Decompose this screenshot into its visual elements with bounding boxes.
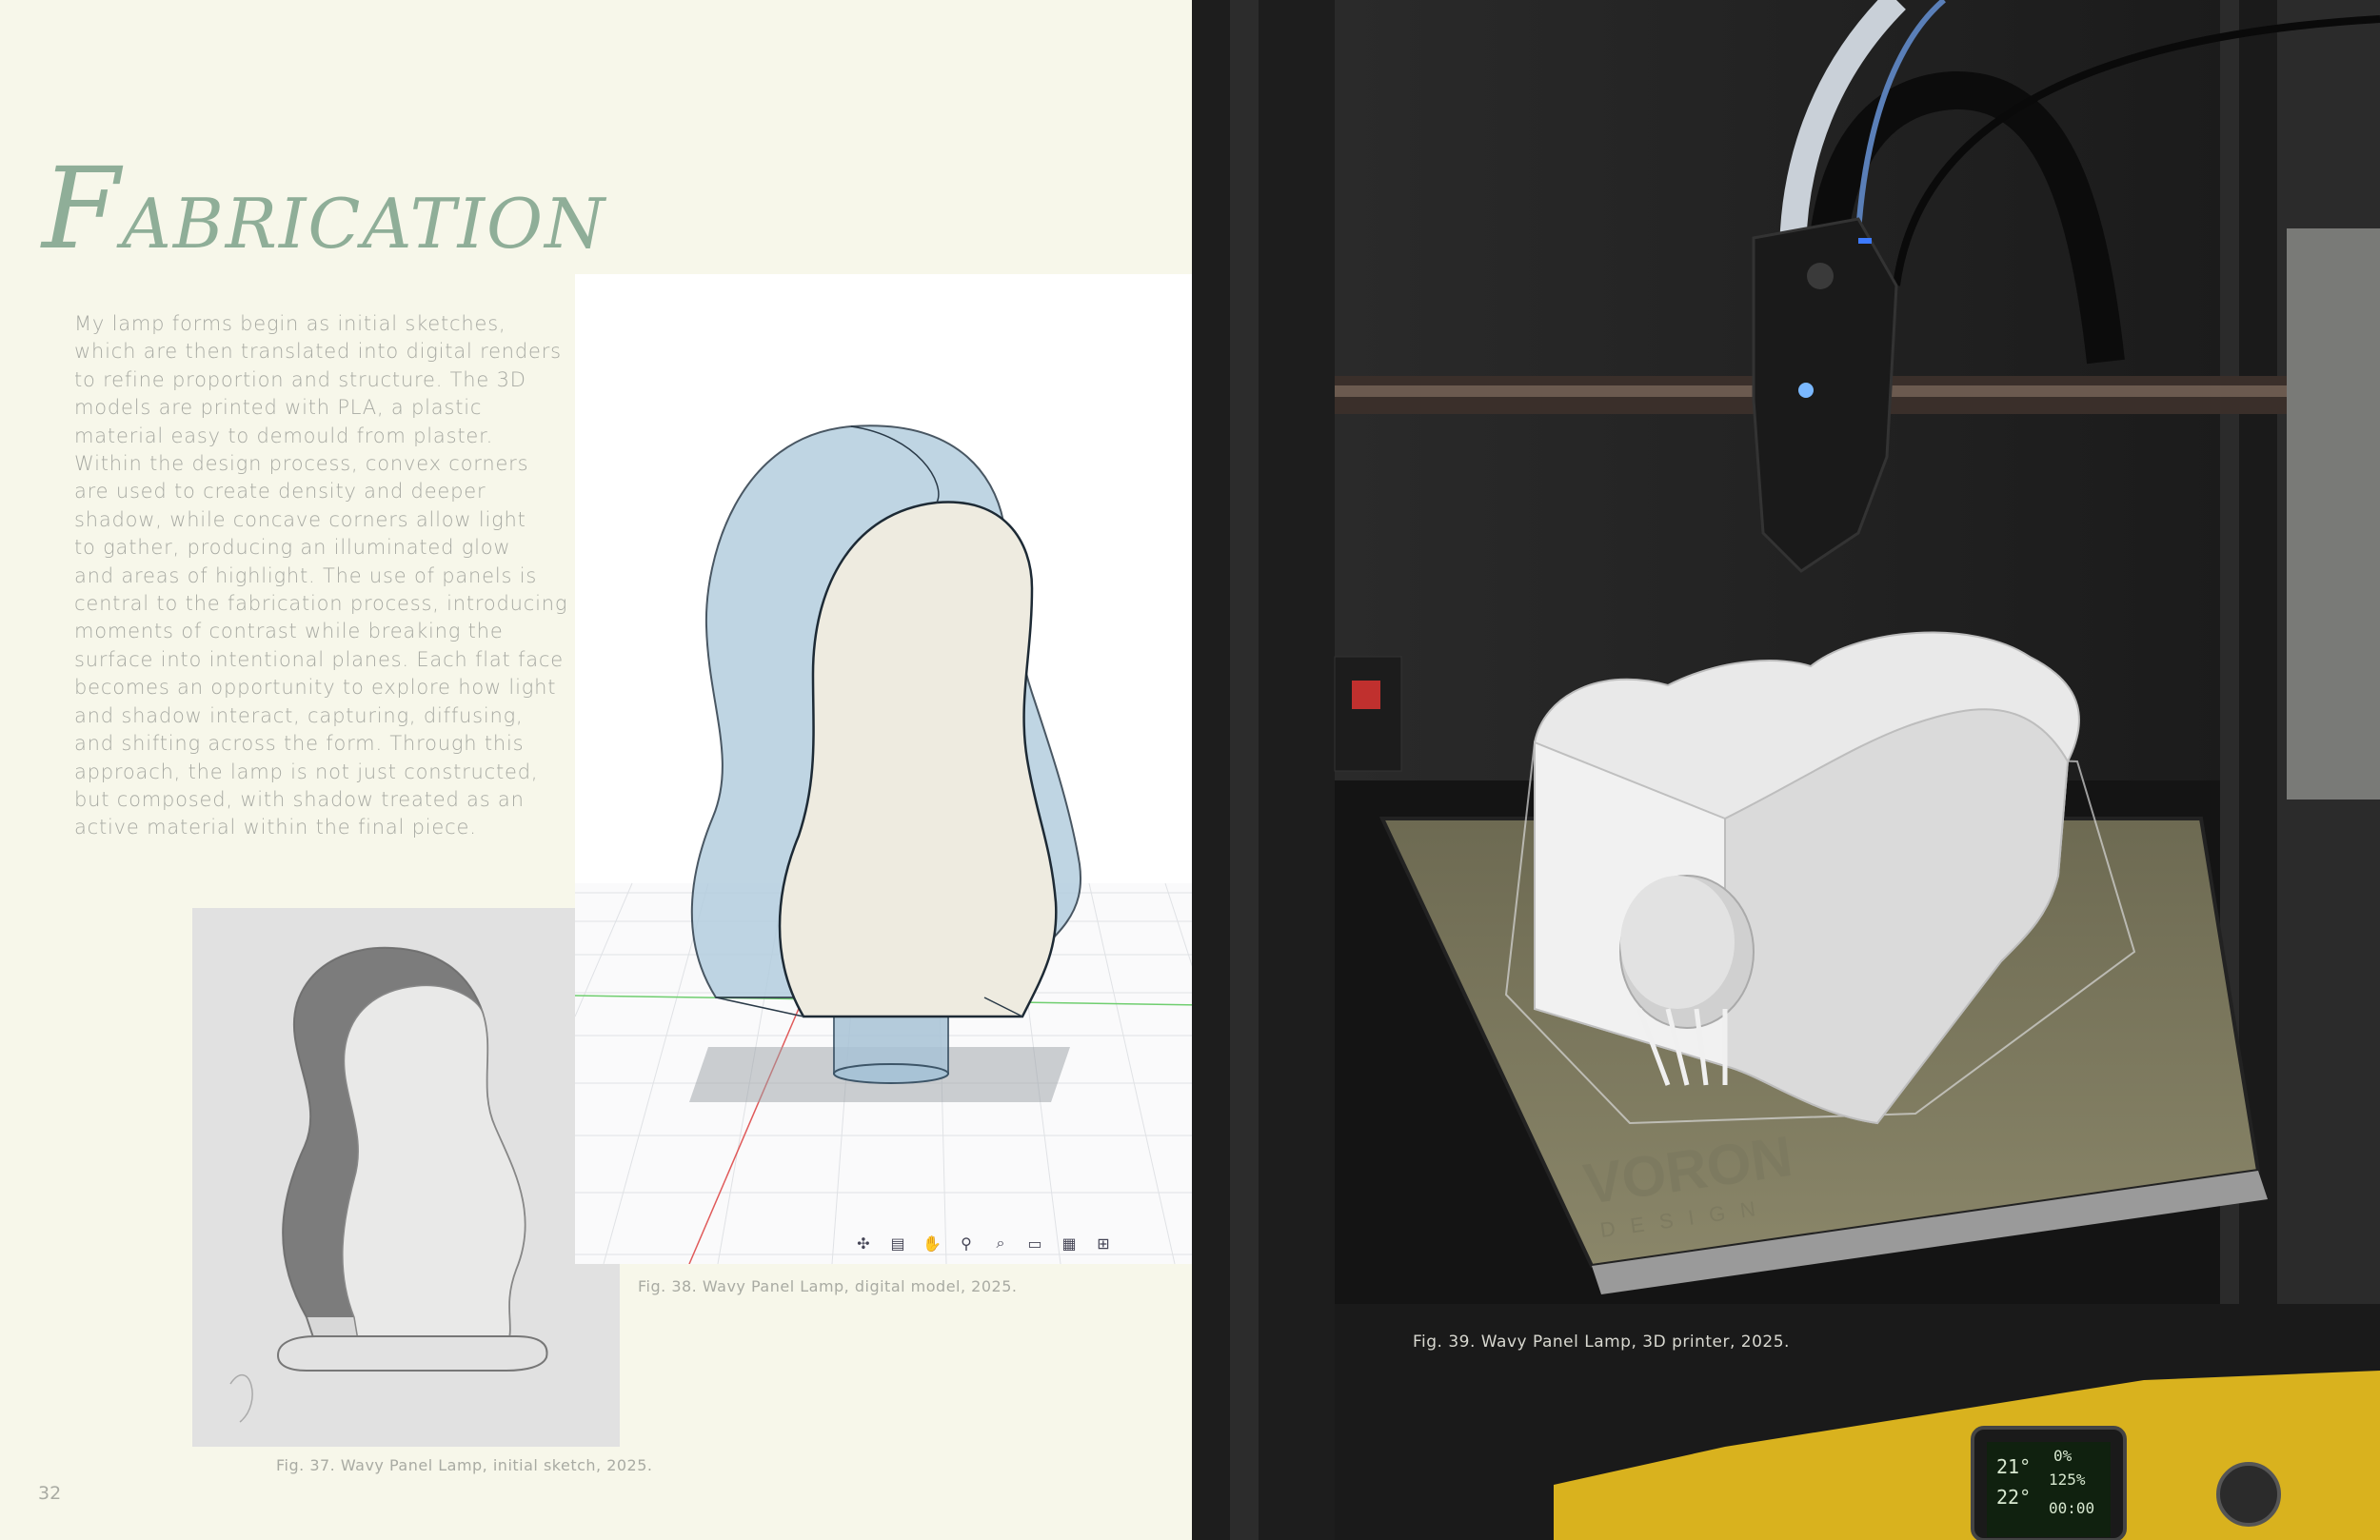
grid-icon[interactable]: ▦ (1055, 1232, 1083, 1254)
body-line: shadow, while concave corners allow ligh… (74, 507, 526, 531)
title-rest: ABRICATION (121, 184, 607, 264)
body-line: to gather, producing an illuminated glow (74, 536, 511, 560)
orbit-icon[interactable]: ✣ (849, 1232, 878, 1254)
body-line: My lamp forms begin as initial sketches, (74, 312, 506, 335)
display-settings-icon[interactable]: ▭ (1021, 1232, 1049, 1254)
body-line: moments of contrast while breaking the (74, 620, 504, 643)
sketch-image (192, 908, 620, 1447)
body-line: Within the design process, convex corner… (74, 452, 529, 476)
body-line: becomes an opportunity to explore how li… (74, 676, 557, 700)
body-line: and shadow interact, capturing, diffusin… (74, 703, 524, 727)
body-line: but composed, with shadow treated as an (74, 787, 525, 811)
display-temp-1: 21° (1996, 1455, 2031, 1478)
left-page: FABRICATION My lamp forms begin as initi… (0, 0, 1332, 1540)
body-line: active material within the final piece. (74, 816, 477, 839)
photo-caption: Fig. 39. Wavy Panel Lamp, 3D printer, 20… (1413, 1333, 1790, 1352)
display-temp-2: 22° (1996, 1486, 2031, 1509)
body-line: and shifting across the form. Through th… (74, 732, 525, 756)
pan-icon[interactable]: ✋ (918, 1232, 946, 1254)
display-fan: 0% (2053, 1447, 2073, 1465)
look-at-icon[interactable]: ▤ (883, 1232, 912, 1254)
model-caption: Fig. 38. Wavy Panel Lamp, digital model,… (638, 1277, 1018, 1295)
body-line: to refine proportion and structure. The … (74, 367, 526, 391)
body-line: surface into intentional planes. Each fl… (74, 647, 564, 671)
body-line: approach, the lamp is not just construct… (74, 760, 539, 783)
body-line: are used to create density and deeper (74, 480, 486, 503)
printer-photo: VORON DESIGN 21° 22° 0% 125% 00:00 Fig. … (1192, 0, 2380, 1540)
body-line: models are printed with PLA, a plastic (74, 396, 483, 420)
title-initial: F (42, 143, 122, 274)
body-line: central to the fabrication process, intr… (74, 592, 568, 616)
viewports-icon[interactable]: ⊞ (1089, 1232, 1118, 1254)
display-speed: 125% (2049, 1471, 2086, 1489)
body-line: and areas of highlight. The use of panel… (74, 563, 538, 587)
body-line: which are then translated into digital r… (74, 340, 562, 364)
zoom-icon[interactable]: ⚲ (952, 1232, 981, 1254)
control-knob (2216, 1462, 2281, 1527)
sketch-drawing (192, 908, 620, 1447)
page-title: FABRICATION (42, 143, 606, 274)
body-paragraph: My lamp forms begin as initial sketches,… (74, 310, 568, 842)
viewport-toolbar: ✣ ▤ ✋ ⚲ ⌕ ▭ ▦ ⊞ (849, 1232, 1118, 1254)
page-number: 32 (38, 1483, 62, 1504)
body-line: material easy to demould from plaster. (74, 424, 494, 447)
zoom-window-icon[interactable]: ⌕ (986, 1232, 1015, 1254)
printer-scene: VORON DESIGN 21° 22° 0% 125% 00:00 (1192, 0, 2380, 1540)
display-time: 00:00 (2049, 1499, 2094, 1517)
sketch-caption: Fig. 37. Wavy Panel Lamp, initial sketch… (276, 1456, 653, 1474)
